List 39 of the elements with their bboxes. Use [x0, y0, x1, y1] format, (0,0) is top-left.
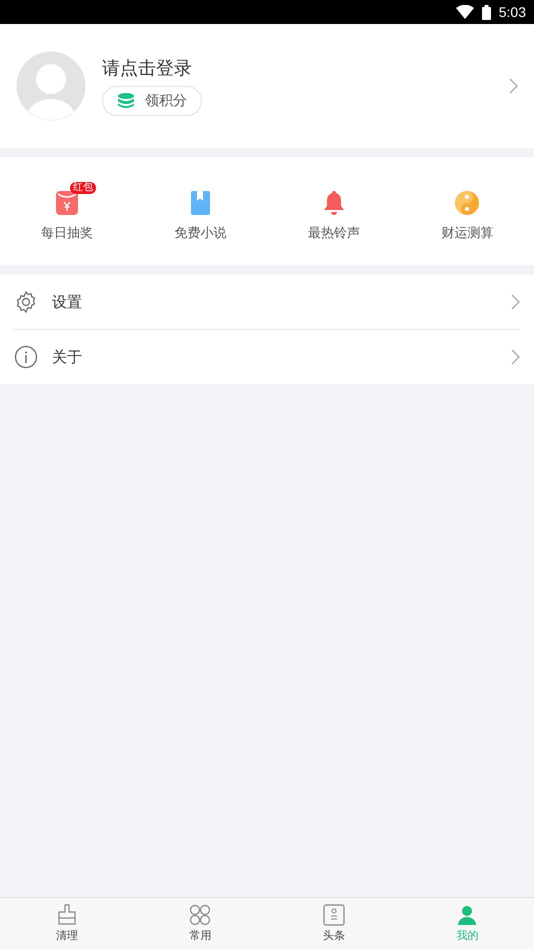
tab[interactable]: 常用	[134, 898, 267, 949]
info-icon	[14, 345, 38, 369]
envelope-icon	[54, 190, 80, 216]
coin-stack-icon	[117, 93, 135, 109]
points-button[interactable]: 领积分	[102, 86, 202, 116]
menu-row[interactable]: 关于	[14, 329, 520, 384]
settings-icon	[14, 290, 38, 314]
person-icon	[456, 904, 478, 926]
shortcut-label: 免费小说	[174, 225, 226, 242]
yin-yang-icon	[454, 190, 480, 216]
shortcut-label: 财运测算	[441, 225, 494, 242]
clock: 5:03	[498, 4, 526, 20]
chevron-icon	[510, 349, 520, 365]
tab-label: 头条	[322, 928, 345, 943]
tab-label: 清理	[56, 928, 78, 943]
shortcut-item[interactable]: 财运测算	[400, 180, 534, 242]
shortcut-item[interactable]: 红包 每日抽奖	[0, 180, 134, 242]
menu-label: 设置	[52, 292, 83, 312]
tab[interactable]: 头条	[267, 898, 400, 949]
shortcut-label: 最热铃声	[308, 225, 360, 242]
shortcut-item[interactable]: 最热铃声	[267, 180, 400, 242]
grid-icon	[189, 904, 212, 926]
profile-card[interactable]: 请点击登录 领积分	[0, 24, 534, 148]
shortcut-item[interactable]: 免费小说	[134, 180, 267, 242]
login-prompt: 请点击登录	[102, 57, 193, 80]
shortcut-label: 每日抽奖	[40, 225, 93, 242]
wifi-icon	[456, 5, 474, 19]
chevron-icon	[510, 294, 520, 310]
badge: 红包	[70, 182, 96, 194]
battery-icon	[482, 4, 491, 20]
tab[interactable]: 清理	[0, 898, 134, 949]
menu-row[interactable]: 设置	[14, 275, 520, 329]
brush-icon	[56, 904, 78, 926]
tab-label: 常用	[189, 928, 212, 943]
menu-label: 关于	[52, 348, 83, 366]
avatar	[16, 51, 86, 121]
tab-label: 我的	[456, 928, 478, 943]
chevron-icon	[508, 78, 518, 94]
news-icon	[322, 904, 345, 926]
